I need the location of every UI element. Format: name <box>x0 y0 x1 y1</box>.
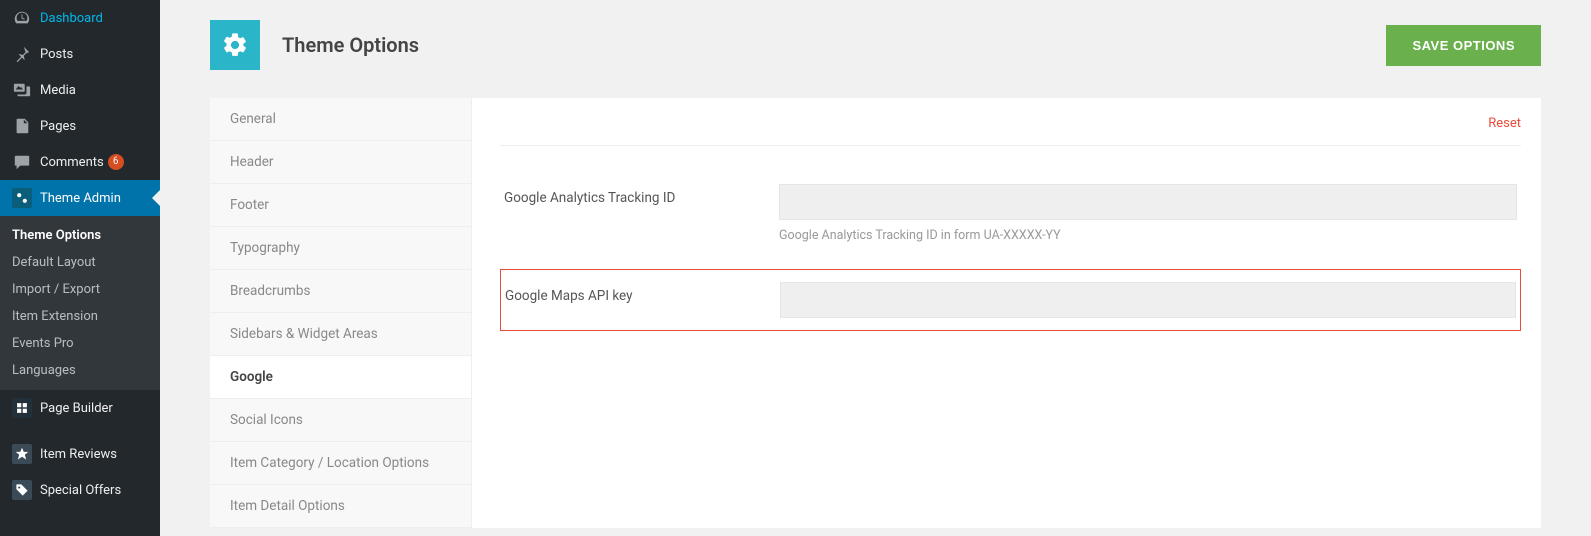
sidebar-item-pages[interactable]: Pages <box>0 108 160 144</box>
field-body: Google Analytics Tracking ID in form UA-… <box>779 184 1517 243</box>
page-title: Theme Options <box>282 33 1386 57</box>
sidebar-item-label: Theme Admin <box>40 191 121 206</box>
tab-item-detail[interactable]: Item Detail Options <box>210 485 471 528</box>
sidebar-item-posts[interactable]: Posts <box>0 36 160 72</box>
sidebar-item-comments[interactable]: Comments 6 <box>0 144 160 180</box>
pushpin-icon <box>12 44 32 64</box>
sidebar-item-label: Dashboard <box>40 11 103 26</box>
tab-header[interactable]: Header <box>210 141 471 184</box>
analytics-tracking-id-input[interactable] <box>779 184 1517 220</box>
pages-icon <box>12 116 32 136</box>
field-label: Google Analytics Tracking ID <box>504 184 779 206</box>
theme-admin-icon <box>12 188 32 208</box>
sidebar-item-special-offers[interactable]: Special Offers <box>0 472 160 508</box>
sidebar-item-dashboard[interactable]: Dashboard <box>0 0 160 36</box>
sidebar-sub-import-export[interactable]: Import / Export <box>0 276 160 303</box>
tab-footer[interactable]: Footer <box>210 184 471 227</box>
field-maps-api-key: Google Maps API key <box>500 269 1521 331</box>
tab-item-category[interactable]: Item Category / Location Options <box>210 442 471 485</box>
field-hint: Google Analytics Tracking ID in form UA-… <box>779 228 1517 243</box>
sidebar-item-label: Media <box>40 83 76 98</box>
sidebar-item-label: Pages <box>40 119 76 134</box>
gears-icon <box>210 20 260 70</box>
main-content: Theme Options SAVE OPTIONS General Heade… <box>160 0 1591 536</box>
sidebar-sub-theme-options[interactable]: Theme Options <box>0 222 160 249</box>
star-icon <box>12 444 32 464</box>
sidebar-item-item-reviews[interactable]: Item Reviews <box>0 436 160 472</box>
sidebar-sub-item-extension[interactable]: Item Extension <box>0 303 160 330</box>
sidebar-item-label: Comments <box>40 155 104 170</box>
reset-row: Reset <box>500 108 1521 146</box>
options-tabs: General Header Footer Typography Breadcr… <box>210 98 472 528</box>
sidebar-item-media[interactable]: Media <box>0 72 160 108</box>
comments-icon <box>12 152 32 172</box>
sidebar-item-label: Page Builder <box>40 401 113 416</box>
sidebar-item-label: Special Offers <box>40 483 121 498</box>
sidebar-sub-events-pro[interactable]: Events Pro <box>0 330 160 357</box>
sidebar-submenu: Theme Options Default Layout Import / Ex… <box>0 216 160 390</box>
options-panel: General Header Footer Typography Breadcr… <box>210 98 1541 528</box>
field-body <box>780 282 1516 318</box>
comments-badge: 6 <box>108 154 124 170</box>
sidebar-item-page-builder[interactable]: Page Builder <box>0 390 160 426</box>
page-builder-icon <box>12 398 32 418</box>
maps-api-key-input[interactable] <box>780 282 1516 318</box>
field-label: Google Maps API key <box>505 282 780 304</box>
sidebar-item-theme-admin[interactable]: Theme Admin <box>0 180 160 216</box>
tag-icon <box>12 480 32 500</box>
dashboard-icon <box>12 8 32 28</box>
tab-typography[interactable]: Typography <box>210 227 471 270</box>
sidebar-item-label: Posts <box>40 47 73 62</box>
sidebar-sub-default-layout[interactable]: Default Layout <box>0 249 160 276</box>
tab-sidebars[interactable]: Sidebars & Widget Areas <box>210 313 471 356</box>
sidebar-sub-languages[interactable]: Languages <box>0 357 160 384</box>
admin-sidebar: Dashboard Posts Media Pages Comments 6 T… <box>0 0 160 536</box>
tab-google[interactable]: Google <box>210 356 471 399</box>
page-header: Theme Options SAVE OPTIONS <box>210 20 1541 70</box>
save-options-button[interactable]: SAVE OPTIONS <box>1386 25 1541 66</box>
field-analytics-tracking-id: Google Analytics Tracking ID Google Anal… <box>500 176 1521 251</box>
settings-pane: Reset Google Analytics Tracking ID Googl… <box>472 98 1541 528</box>
reset-link[interactable]: Reset <box>1488 116 1521 131</box>
media-icon <box>12 80 32 100</box>
sidebar-item-label: Item Reviews <box>40 447 117 462</box>
tab-breadcrumbs[interactable]: Breadcrumbs <box>210 270 471 313</box>
tab-general[interactable]: General <box>210 98 471 141</box>
tab-social-icons[interactable]: Social Icons <box>210 399 471 442</box>
